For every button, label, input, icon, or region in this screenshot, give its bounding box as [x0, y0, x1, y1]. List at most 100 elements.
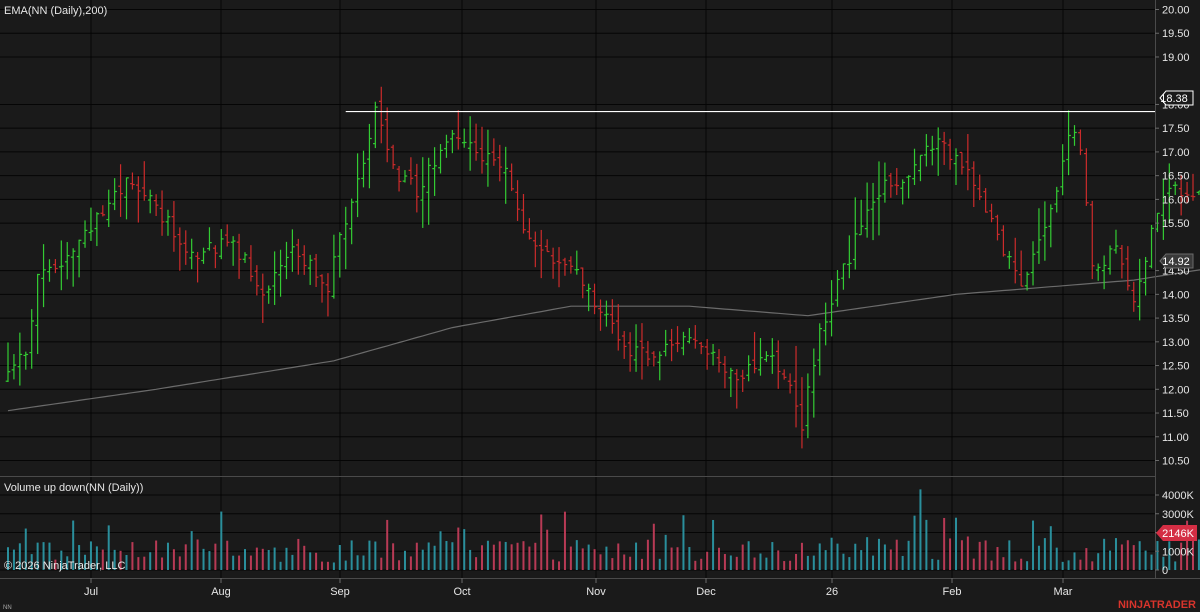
volume-bar [143, 556, 146, 570]
chart-canvas[interactable]: 10.50 11.00 11.50 12.00 12.50 13.00 13.50 14.00… [0, 0, 1200, 612]
volume-bar [771, 542, 774, 570]
volume-bar [824, 550, 827, 570]
price-tick-label: 10.50 [1162, 456, 1190, 468]
volume-bar [889, 549, 892, 570]
volume-bar [315, 552, 318, 570]
volume-bar [694, 560, 697, 570]
ninjatrader-logo: NINJATRADER [1118, 599, 1196, 611]
volume-bar [155, 540, 158, 570]
volume-bar [321, 561, 324, 570]
volume-bar [676, 547, 679, 570]
volume-bar [741, 544, 744, 570]
volume-bar [664, 534, 667, 570]
volume-bar [658, 558, 661, 570]
volume-bar [172, 549, 175, 570]
volume-bar [955, 517, 957, 570]
time-tick-label: Jul [84, 586, 98, 598]
volume-bar [380, 557, 383, 570]
volume-bar [1156, 541, 1159, 570]
volume-bar [356, 555, 359, 570]
volume-bar [338, 544, 341, 570]
volume-bar [386, 519, 389, 570]
price-panel-title: EMA(NN (Daily),200) [4, 5, 107, 17]
volume-bar [972, 558, 975, 570]
volume-bar [646, 539, 649, 570]
volume-panel-title: Volume up down(NN (Daily)) [4, 482, 143, 494]
volume-bar [670, 547, 673, 570]
volume-bar [581, 548, 584, 570]
volume-bar [273, 547, 276, 570]
volume-bar [1020, 558, 1023, 570]
volume-bar [137, 557, 140, 570]
volume-bar [238, 555, 241, 570]
volume-bar [1091, 561, 1094, 570]
price-tick-label: 20.00 [1162, 4, 1190, 16]
volume-bar [652, 523, 655, 570]
volume-bar [1174, 561, 1177, 570]
volume-bar [759, 553, 762, 570]
volume-bar [569, 546, 572, 570]
volume-bar [552, 559, 555, 570]
volume-bar [504, 541, 507, 570]
volume-bar [457, 527, 460, 570]
volume-bar [848, 557, 851, 570]
price-tick-label: 16.00 [1162, 194, 1190, 206]
volume-bar [1032, 520, 1035, 570]
volume-bar [255, 547, 258, 570]
volume-bar [279, 561, 282, 570]
volume-bar [599, 554, 602, 570]
volume-bar [777, 550, 780, 570]
price-tick-label: 13.50 [1162, 313, 1190, 325]
volume-bar [362, 555, 365, 570]
volume-bar [682, 515, 685, 570]
volume-bar [795, 553, 798, 570]
volume-bar [729, 555, 732, 570]
volume-bar [486, 540, 489, 570]
volume-bar [872, 555, 875, 570]
volume-bar [178, 556, 181, 570]
volume-bar [593, 549, 596, 570]
volume-bar [806, 555, 809, 570]
volume-bar [510, 544, 513, 570]
volume-bar [830, 537, 833, 570]
volume-bar [1037, 545, 1040, 570]
volume-bar [398, 560, 401, 570]
volume-bar [226, 540, 229, 570]
volume-bar [901, 555, 904, 570]
volume-bar [558, 561, 561, 570]
volume-bar [498, 541, 501, 570]
volume-bar [866, 537, 869, 570]
volume-bar [919, 489, 922, 570]
volume-bar [688, 547, 691, 570]
last-volume-marker: 2146K [1156, 525, 1197, 541]
volume-bar [931, 558, 934, 570]
volume-bar [261, 548, 264, 570]
volume-bar [712, 519, 715, 570]
volume-bar [244, 549, 246, 570]
volume-bar [439, 531, 442, 570]
volume-bar [374, 541, 377, 570]
ema-value-marker: 14.92 [1159, 253, 1194, 269]
volume-bar [735, 556, 738, 570]
volume-bar [1109, 550, 1112, 570]
volume-bar [421, 549, 424, 570]
volume-bar [1055, 547, 1058, 570]
volume-bar [326, 561, 329, 570]
price-tick-label: 11.00 [1162, 432, 1189, 444]
volume-bar [469, 549, 472, 570]
price-tick-label: 12.00 [1162, 384, 1190, 396]
volume-bar [783, 561, 786, 570]
volume-bar [309, 552, 312, 570]
volume-bar [297, 538, 300, 570]
volume-bar [747, 541, 750, 570]
volume-bar [836, 543, 839, 570]
volume-bar [949, 538, 952, 570]
volume-bar [990, 560, 993, 570]
volume-bar [303, 545, 306, 570]
volume-bar [895, 539, 898, 570]
volume-bar [1043, 538, 1046, 570]
time-tick-label: 26 [826, 586, 838, 598]
volume-bar [528, 546, 531, 570]
volume-bar [516, 542, 519, 570]
volume-bar [978, 541, 981, 570]
